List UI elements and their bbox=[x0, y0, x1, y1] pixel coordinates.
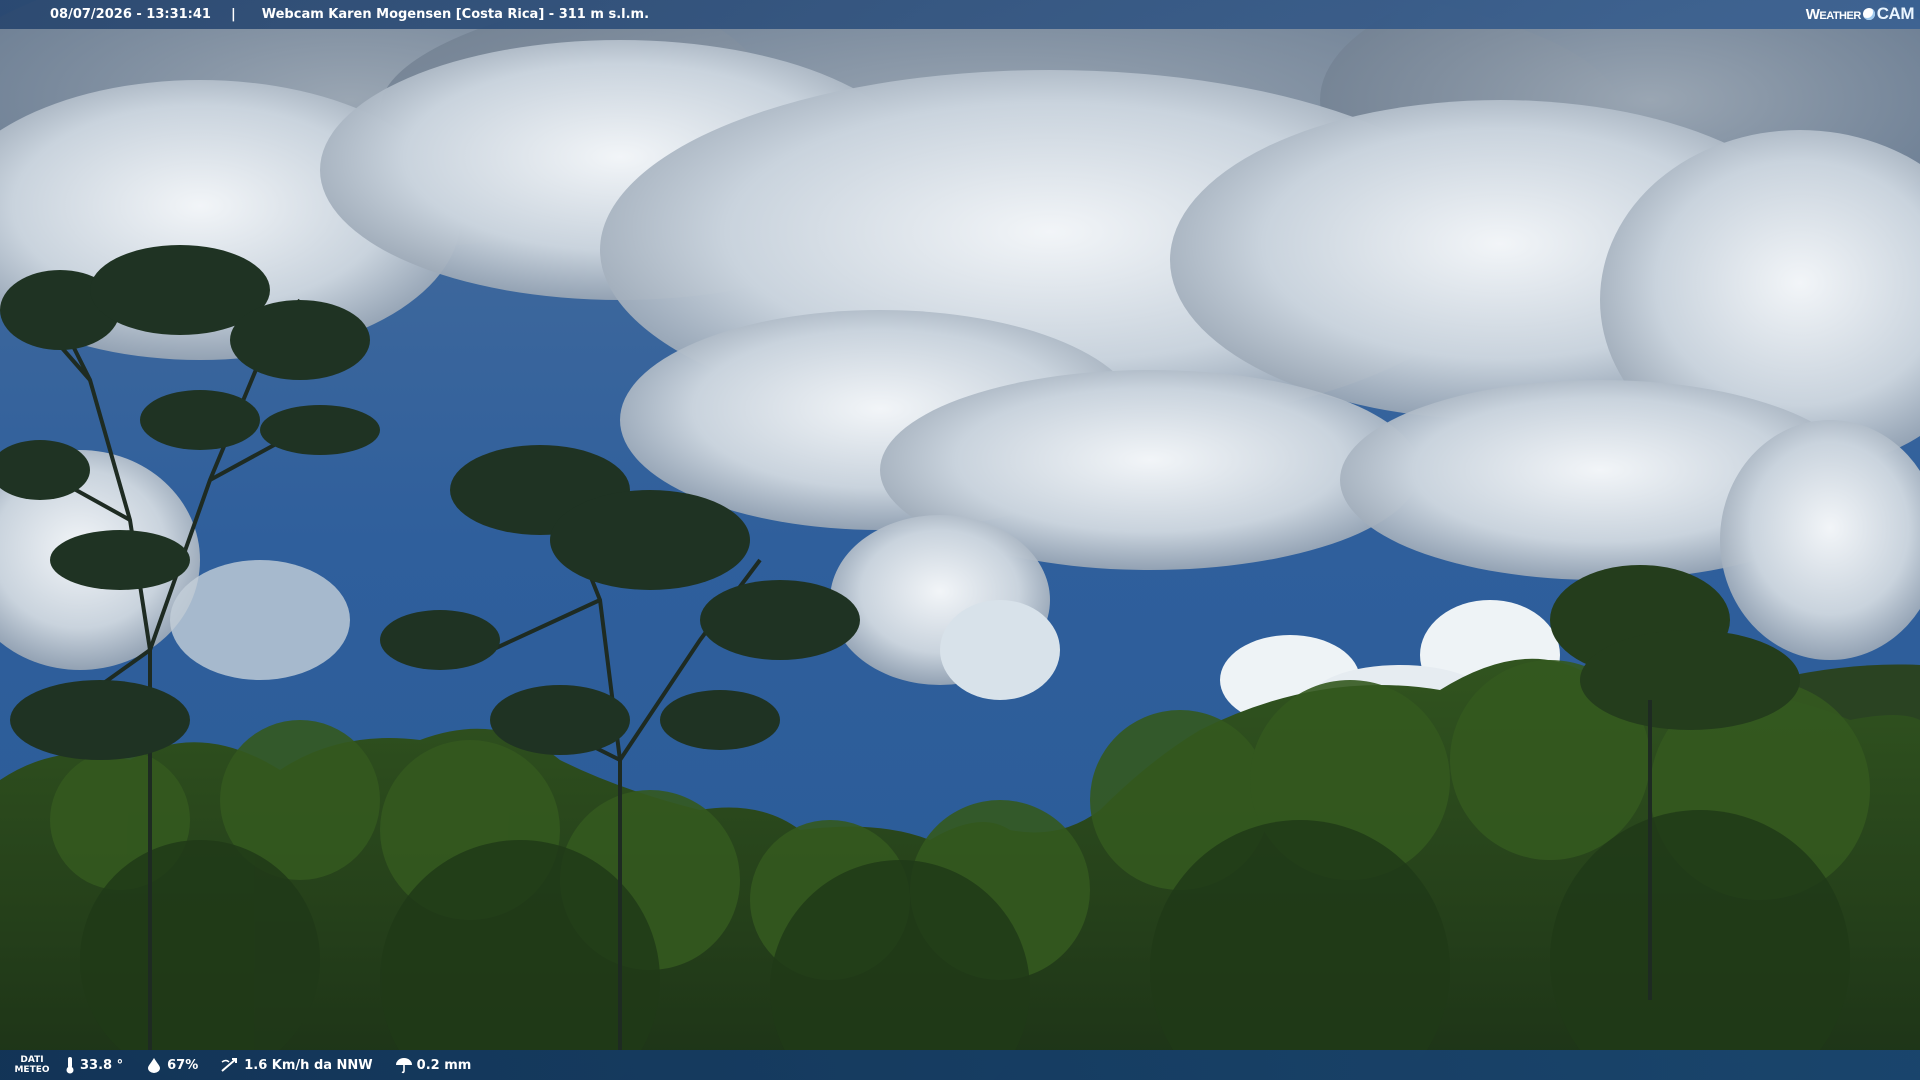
dati-label-line2: METEO bbox=[14, 1065, 50, 1075]
temperature-value: 33.8 ° bbox=[80, 1057, 124, 1073]
webcam-view: 08/07/2026 - 13:31:41 | Webcam Karen Mog… bbox=[0, 0, 1920, 1080]
logo-weather-text: Weather bbox=[1805, 5, 1862, 23]
temperature-reading: 33.8 ° bbox=[64, 1056, 123, 1074]
wind-icon bbox=[221, 1058, 238, 1072]
rain-reading: 0.2 mm bbox=[395, 1056, 472, 1074]
humidity-value: 67% bbox=[167, 1057, 199, 1073]
humidity-reading: 67% bbox=[145, 1057, 198, 1073]
logo-dot-icon bbox=[1862, 8, 1875, 20]
rain-value: 0.2 mm bbox=[416, 1057, 472, 1073]
logo-cam-text: CAM bbox=[1876, 4, 1915, 23]
thermometer-icon bbox=[66, 1057, 74, 1074]
dati-meteo-label: DATI METEO bbox=[0, 1055, 64, 1075]
timestamp: 08/07/2026 - 13:31:41 bbox=[50, 7, 211, 22]
weathercam-logo: Weather CAM bbox=[1805, 4, 1915, 24]
humidity-drop-icon bbox=[148, 1058, 161, 1073]
dati-label-line1: DATI bbox=[20, 1055, 44, 1065]
wind-value: 1.6 Km/h da NNW bbox=[244, 1057, 373, 1073]
title-separator: | bbox=[230, 7, 236, 22]
weather-data-bar: DATI METEO 33.8 ° 67% 1.6 Km/h da NNW 0.… bbox=[0, 1050, 1920, 1080]
wind-reading: 1.6 Km/h da NNW bbox=[220, 1056, 373, 1074]
rain-umbrella-icon bbox=[395, 1058, 412, 1074]
webcam-title: Webcam Karen Mogensen [Costa Rica] - 311… bbox=[261, 7, 650, 22]
top-info-bar: 08/07/2026 - 13:31:41 | Webcam Karen Mog… bbox=[0, 0, 1920, 29]
webcam-image bbox=[0, 0, 1920, 1080]
